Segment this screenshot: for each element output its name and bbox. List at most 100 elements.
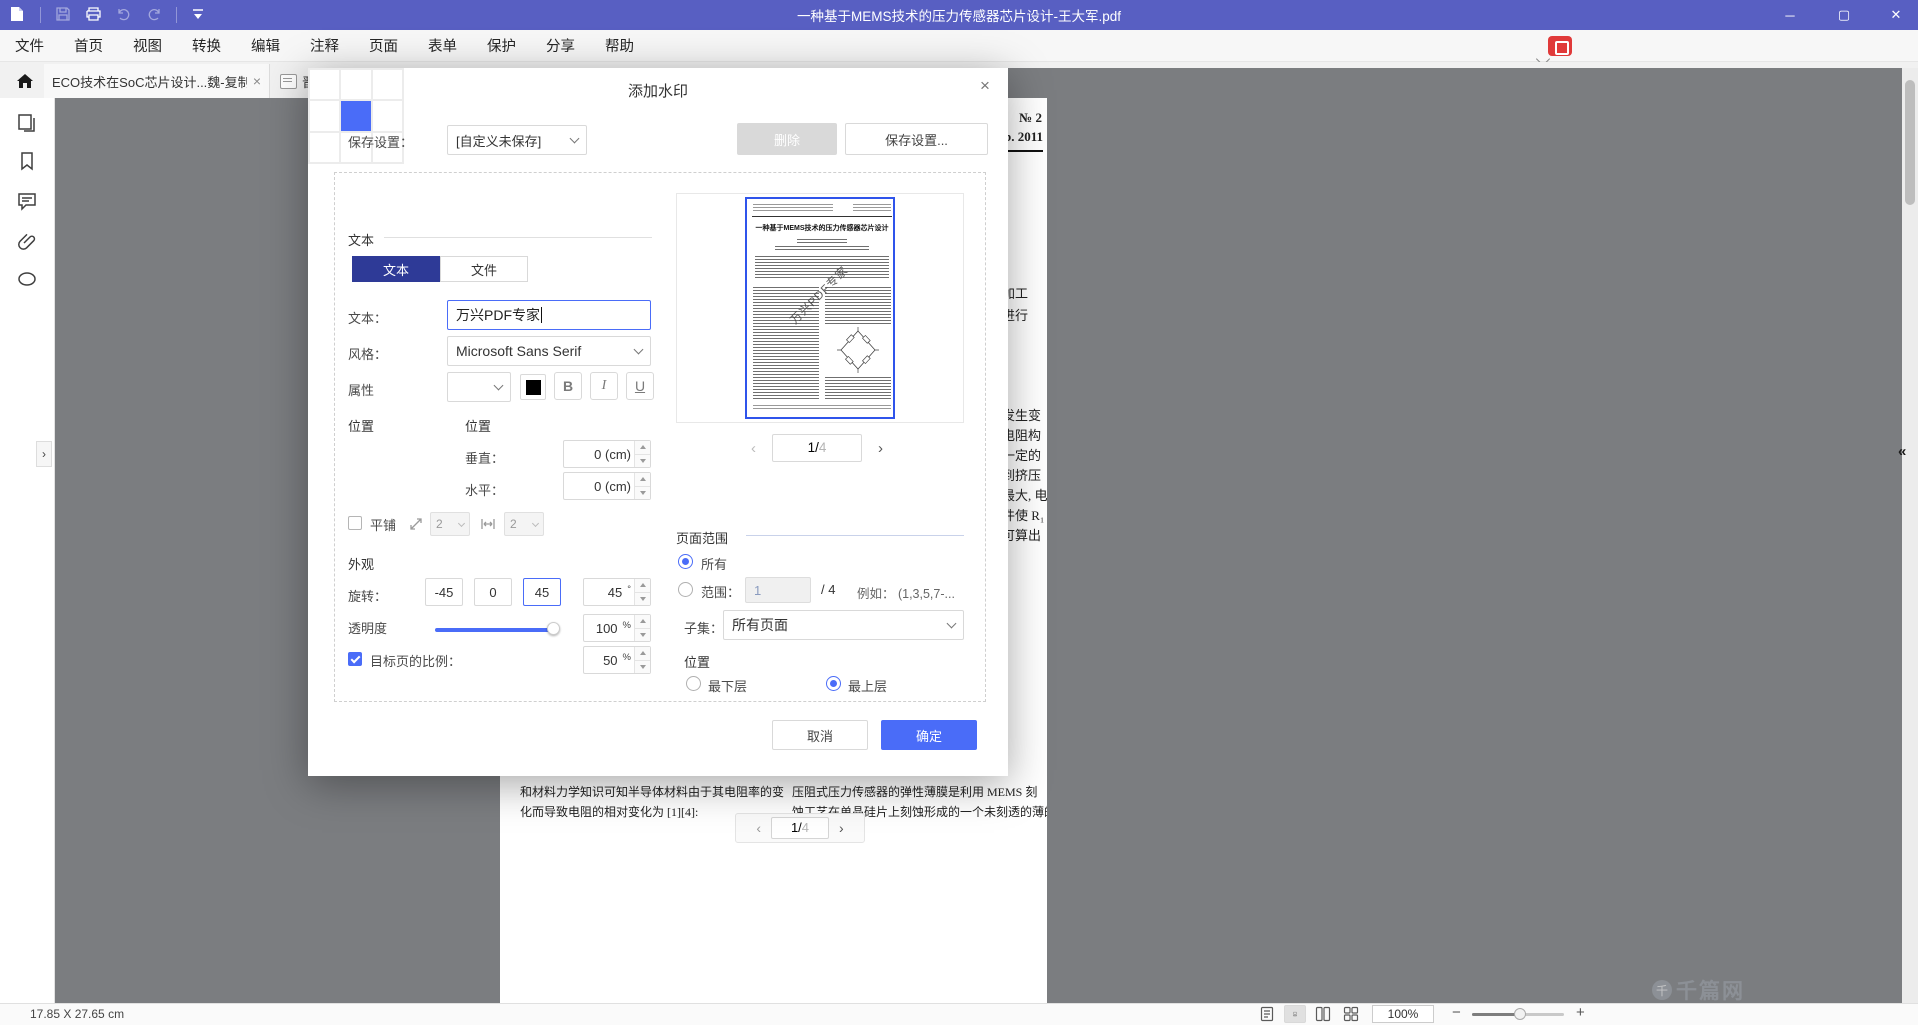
menu-view[interactable]: 视图 [133, 35, 162, 56]
page-dimensions: 17.85 X 27.65 cm [30, 1007, 124, 1021]
opacity-slider-thumb[interactable] [547, 622, 560, 635]
italic-button[interactable]: I [590, 372, 618, 400]
horizontal-offset-spinner[interactable]: 0 (cm) [563, 472, 651, 500]
horizontal-label: 水平： [465, 480, 504, 499]
spinner-buttons[interactable] [634, 473, 650, 499]
spinner-buttons[interactable] [634, 615, 650, 641]
subset-select[interactable]: 所有页面 [723, 610, 964, 640]
tab-close-icon[interactable]: × [253, 73, 261, 89]
cancel-button[interactable]: 取消 [772, 720, 868, 750]
rotate-preset-neg45[interactable]: -45 [425, 578, 463, 606]
font-color-swatch[interactable] [520, 374, 546, 400]
zoom-slider-thumb[interactable] [1514, 1008, 1526, 1020]
comment-panel-icon[interactable] [16, 190, 38, 212]
tile-checkbox[interactable] [348, 516, 362, 530]
grid-cell-selected[interactable] [340, 100, 371, 131]
preview-prev-icon[interactable]: ‹ [751, 440, 756, 457]
menu-protect[interactable]: 保护 [487, 35, 516, 56]
menu-form[interactable]: 表单 [428, 35, 457, 56]
font-select[interactable]: Microsoft Sans Serif [447, 336, 651, 366]
ok-button[interactable]: 确定 [881, 720, 977, 750]
bold-button[interactable]: B [554, 372, 582, 400]
collapse-right-panel-handle[interactable]: « [1898, 443, 1906, 460]
single-page-view-icon[interactable] [1256, 1005, 1278, 1023]
next-page-icon[interactable]: › [839, 820, 844, 836]
range-custom-radio[interactable] [678, 582, 693, 597]
grid-cell[interactable] [309, 100, 340, 131]
menu-convert[interactable]: 转换 [192, 35, 221, 56]
maximize-button[interactable]: ▢ [1822, 0, 1866, 30]
tile-cols-select[interactable]: 2 [504, 512, 544, 536]
menu-page[interactable]: 页面 [369, 35, 398, 56]
document-tab-active[interactable]: ECO技术在SoC芯片设计...魏-复制 × [44, 64, 270, 98]
menu-edit[interactable]: 编辑 [251, 35, 280, 56]
underline-button[interactable]: U [626, 372, 654, 400]
menu-help[interactable]: 帮助 [605, 35, 634, 56]
continuous-view-icon[interactable] [1284, 1005, 1306, 1023]
bookmark-panel-icon[interactable] [16, 150, 38, 172]
preview-page-thumbnail: 一种基于MEMS技术的压力传感器芯片设计 万兴PDF专家 [745, 197, 895, 419]
close-window-button[interactable]: ✕ [1874, 0, 1918, 30]
vertical-offset-spinner[interactable]: 0 (cm) [563, 440, 651, 468]
layer-bottom-radio[interactable] [686, 676, 701, 691]
layer-top-radio-selected[interactable] [826, 676, 841, 691]
range-input[interactable]: 1 [745, 577, 811, 603]
grid-view-icon[interactable] [1340, 1005, 1362, 1023]
menu-comment[interactable]: 注释 [310, 35, 339, 56]
zoom-out-icon[interactable]: − [1452, 1004, 1461, 1021]
zoom-in-icon[interactable]: + [1576, 1004, 1585, 1021]
thumbnail-panel-icon[interactable] [16, 112, 38, 134]
prev-page-icon[interactable]: ‹ [756, 820, 761, 836]
doc-fragment: 最大, 电 [1002, 485, 1047, 504]
appearance-header: 外观 [348, 554, 374, 573]
grid-cell[interactable] [309, 132, 340, 163]
layer-position-header: 位置 [684, 652, 710, 671]
position-grid-header: 位置 [348, 416, 374, 435]
tile-rows-select[interactable]: 2 [430, 512, 470, 536]
rotate-angle-spinner[interactable]: 45° [583, 578, 651, 606]
menu-home[interactable]: 首页 [74, 35, 103, 56]
menu-share[interactable]: 分享 [546, 35, 575, 56]
two-page-view-icon[interactable] [1312, 1005, 1334, 1023]
opacity-spinner[interactable]: 100% [583, 614, 651, 642]
spinner-buttons[interactable] [634, 441, 650, 467]
sp inner-buttons[interactable] [634, 579, 650, 605]
page-number-box[interactable]: 1/4 [771, 817, 829, 839]
rotate-preset-0[interactable]: 0 [474, 578, 512, 606]
scale-spinner[interactable]: 50% [583, 646, 651, 674]
spinner-buttons[interactable] [634, 647, 650, 673]
preview-page-box[interactable]: 1/4 [772, 434, 862, 462]
minimize-button[interactable]: ─ [1768, 0, 1812, 30]
save-settings-button[interactable]: 保存设置... [845, 123, 988, 155]
watermark-text-input[interactable]: 万兴PDF专家 [447, 300, 651, 330]
doc-issue-no: № 2 [1019, 110, 1042, 126]
save-settings-select[interactable]: [自定义未保存] [447, 125, 587, 155]
scale-checkbox-checked[interactable] [348, 652, 362, 666]
range-all-radio-selected[interactable] [678, 554, 693, 569]
dialog-close-icon[interactable]: × [980, 76, 990, 96]
tab-file[interactable]: 文件 [440, 256, 528, 282]
zoom-level[interactable]: 100% [1372, 1005, 1434, 1023]
spin-up-icon [640, 619, 646, 623]
menu-file[interactable]: 文件 [15, 35, 44, 56]
zoom-slider-fill [1472, 1013, 1518, 1016]
scrollbar-thumb[interactable] [1905, 80, 1915, 205]
tab-text[interactable]: 文本 [352, 256, 440, 282]
stamp-panel-icon[interactable] [16, 268, 38, 290]
home-tab-icon[interactable] [14, 70, 36, 97]
range-total: / 4 [821, 582, 835, 597]
text-label: 文本： [348, 308, 387, 327]
upgrade-badge-icon[interactable] [1548, 36, 1572, 56]
chevron-down-icon [494, 381, 504, 391]
preview-next-icon[interactable]: › [878, 440, 883, 457]
font-size-select[interactable] [447, 372, 511, 402]
text-caret [541, 307, 542, 323]
rotate-preset-45-selected[interactable]: 45 [523, 578, 561, 606]
expand-panel-handle[interactable]: › [36, 441, 52, 467]
attachment-panel-icon[interactable] [16, 230, 38, 252]
delete-button[interactable]: 删除 [737, 123, 837, 155]
opacity-slider[interactable] [435, 628, 553, 632]
spin-down-icon [640, 633, 646, 637]
grid-cell[interactable] [372, 100, 403, 131]
vertical-scrollbar[interactable] [1902, 68, 1918, 1003]
